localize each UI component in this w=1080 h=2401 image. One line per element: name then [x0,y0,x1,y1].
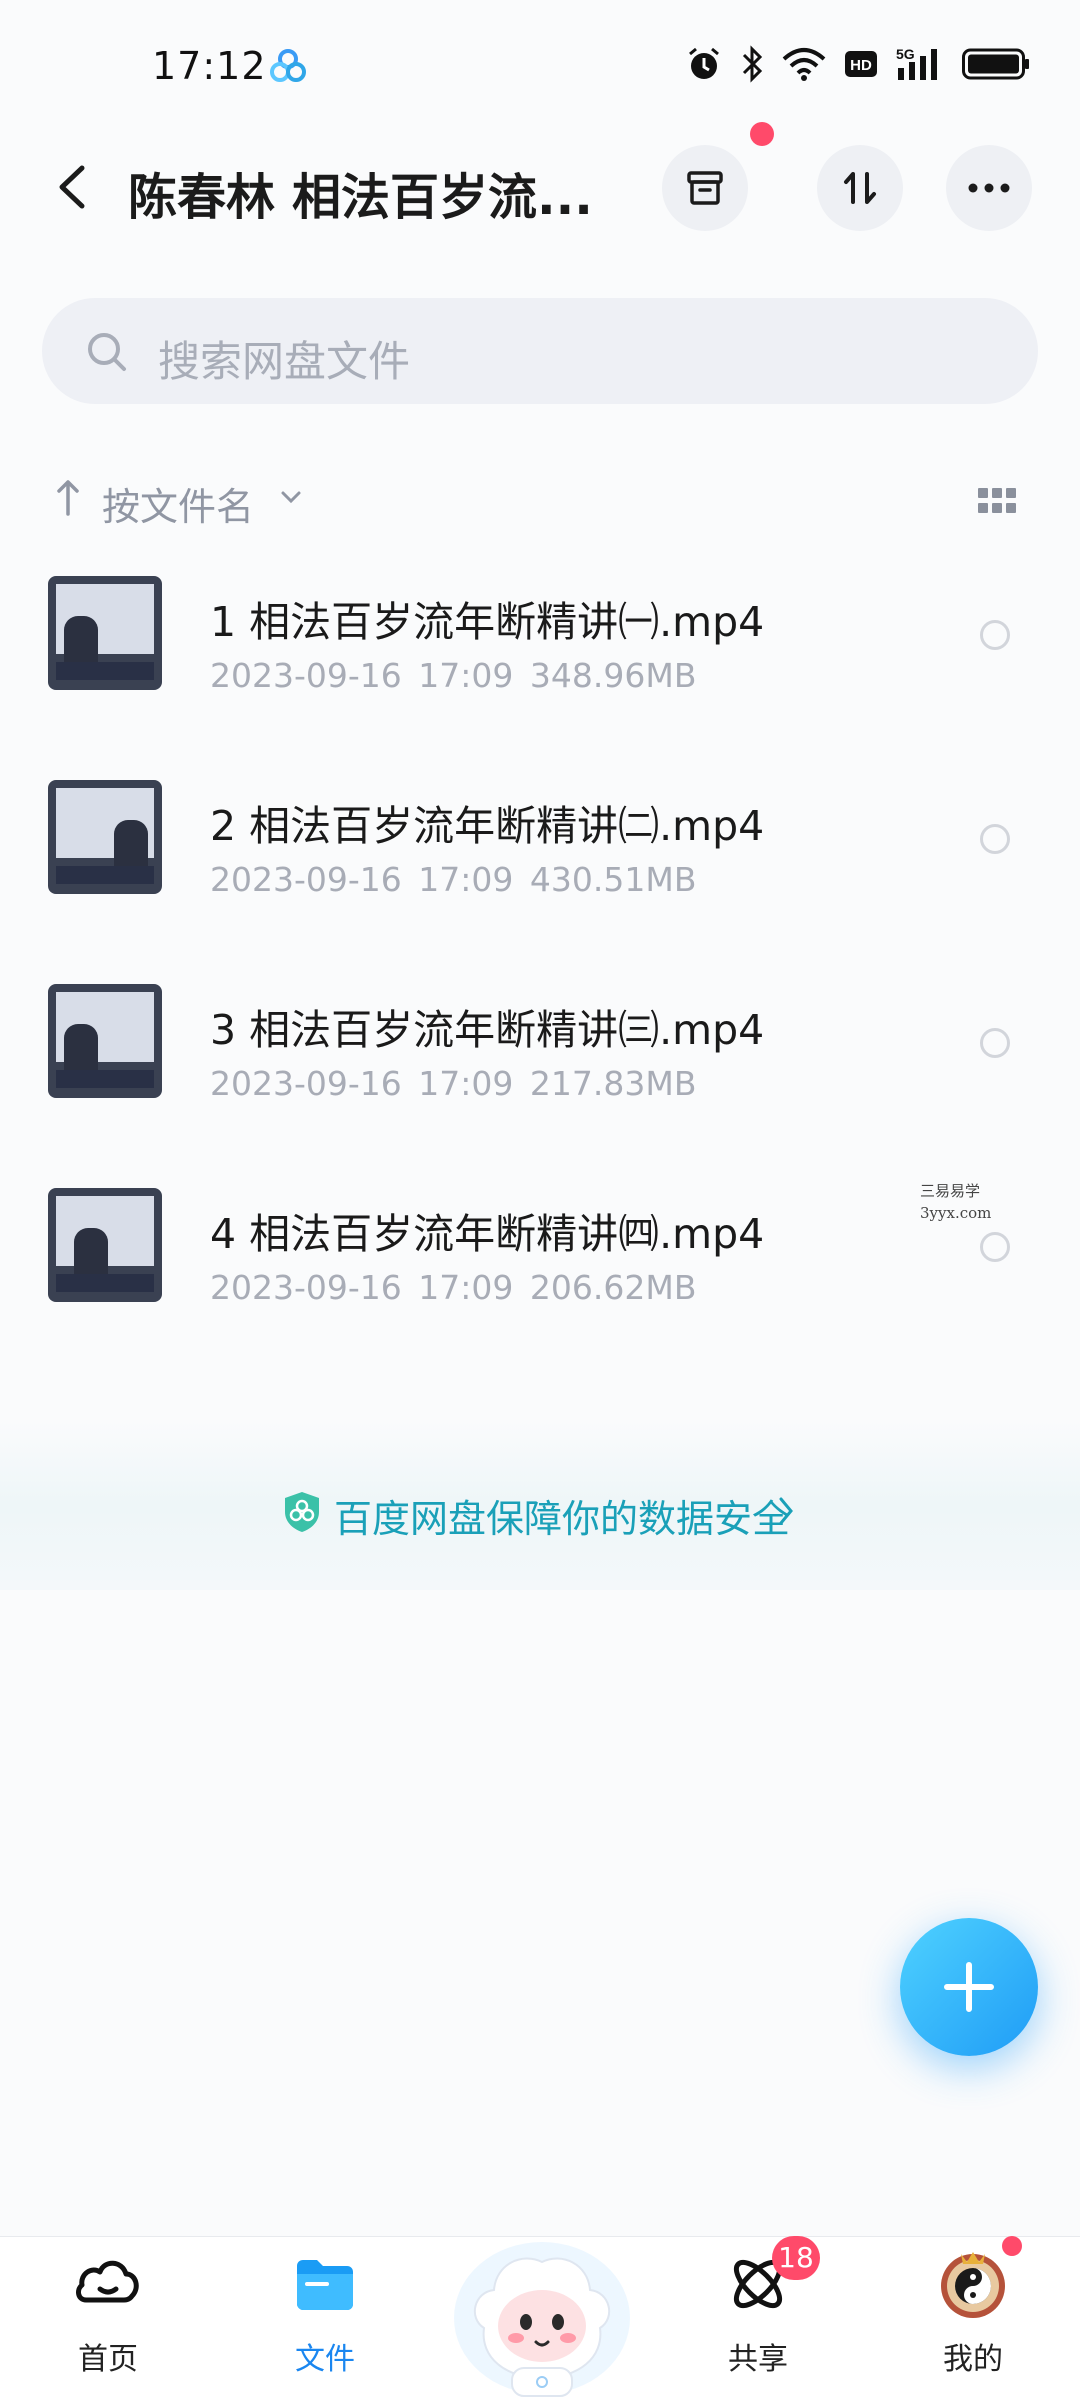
nav-mine[interactable]: 我的 [903,2248,1043,2378]
grid-view-icon[interactable] [978,488,1016,514]
hd-icon: HD [845,51,877,77]
shield-icon [285,1492,319,1532]
video-thumbnail [48,984,162,1098]
file-row[interactable]: 2 相法百岁流年断精讲㈡.mp4 2023-09-16 17:09 430.51… [0,744,1080,948]
alarm-icon [689,47,719,79]
more-button[interactable] [946,145,1032,231]
status-icons: HD 5G [686,44,1030,84]
network-label: 5G [896,46,915,62]
wifi-icon [782,48,826,81]
folder-icon [297,2260,353,2310]
sort-toggle-icon [844,172,876,204]
sort-by-name-dropdown[interactable]: 按文件名 [102,476,254,531]
watermark: 三易易学 3yyx.com [920,1180,991,1224]
more-icon [968,183,1010,193]
video-thumbnail [48,576,162,690]
select-checkbox[interactable] [980,1028,1010,1058]
nav-files[interactable]: 文件 [255,2248,395,2378]
nav-home-label: 首页 [78,2342,138,2377]
plus-icon [944,1962,994,2012]
video-thumbnail [48,780,162,894]
5g-signal-icon: 5G [896,46,937,80]
share-count-badge: 18 [772,2236,820,2280]
watermark-line-1: 三易易学 [920,1182,981,1200]
page-title: 陈春林 相法百岁流... [128,169,593,226]
baidu-netdisk-logo-icon [270,49,306,82]
bluetooth-icon [742,45,763,83]
file-row[interactable]: 1 相法百岁流年断精讲㈠.mp4 2023-09-16 17:09 348.96… [0,540,1080,744]
file-meta: 2023-09-16 17:09 430.51MB [210,860,697,899]
home-cloud-icon [76,2260,139,2303]
select-checkbox[interactable] [980,620,1010,650]
video-thumbnail [48,1188,162,1302]
status-time: 17:12 [152,44,267,88]
nav-files-label: 文件 [295,2342,355,2377]
chevron-down-icon[interactable] [280,490,302,504]
file-meta: 2023-09-16 17:09 206.62MB [210,1268,697,1307]
battery-icon [962,48,1029,80]
nav-share-label: 共享 [728,2342,788,2377]
file-name: 4 相法百岁流年断精讲㈣.mp4 [210,1210,765,1258]
sort-direction-icon[interactable] [56,478,80,516]
select-checkbox[interactable] [980,1232,1010,1262]
watermark-line-2: 3yyx.com [920,1204,992,1222]
add-button[interactable] [900,1918,1038,2056]
archive-icon [687,171,723,205]
search-placeholder: 搜索网盘文件 [158,337,411,386]
search-icon [88,333,126,371]
file-row[interactable]: 3 相法百岁流年断精讲㈢.mp4 2023-09-16 17:09 217.83… [0,948,1080,1152]
mascot-icon[interactable] [450,2218,634,2398]
file-row[interactable]: 4 相法百岁流年断精讲㈣.mp4 2023-09-16 17:09 206.62… [0,1152,1080,1356]
notification-dot [750,122,774,146]
back-button[interactable] [52,162,92,212]
file-name: 2 相法百岁流年断精讲㈡.mp4 [210,802,765,850]
sort-toggle-button[interactable] [817,145,903,231]
file-name: 3 相法百岁流年断精讲㈢.mp4 [210,1006,765,1054]
chevron-right-icon [779,1497,793,1525]
avatar [941,2252,1005,2318]
mine-notification-dot [1002,2236,1022,2256]
file-meta: 2023-09-16 17:09 217.83MB [210,1064,697,1103]
nav-home[interactable]: 首页 [38,2248,178,2378]
file-name: 1 相法百岁流年断精讲㈠.mp4 [210,598,765,646]
nav-mine-label: 我的 [943,2342,1003,2377]
security-banner-text[interactable]: 百度网盘保障你的数据安全 [334,1488,790,1543]
hd-label: HD [850,57,872,74]
archive-button[interactable] [662,145,748,231]
select-checkbox[interactable] [980,824,1010,854]
file-meta: 2023-09-16 17:09 348.96MB [210,656,697,695]
